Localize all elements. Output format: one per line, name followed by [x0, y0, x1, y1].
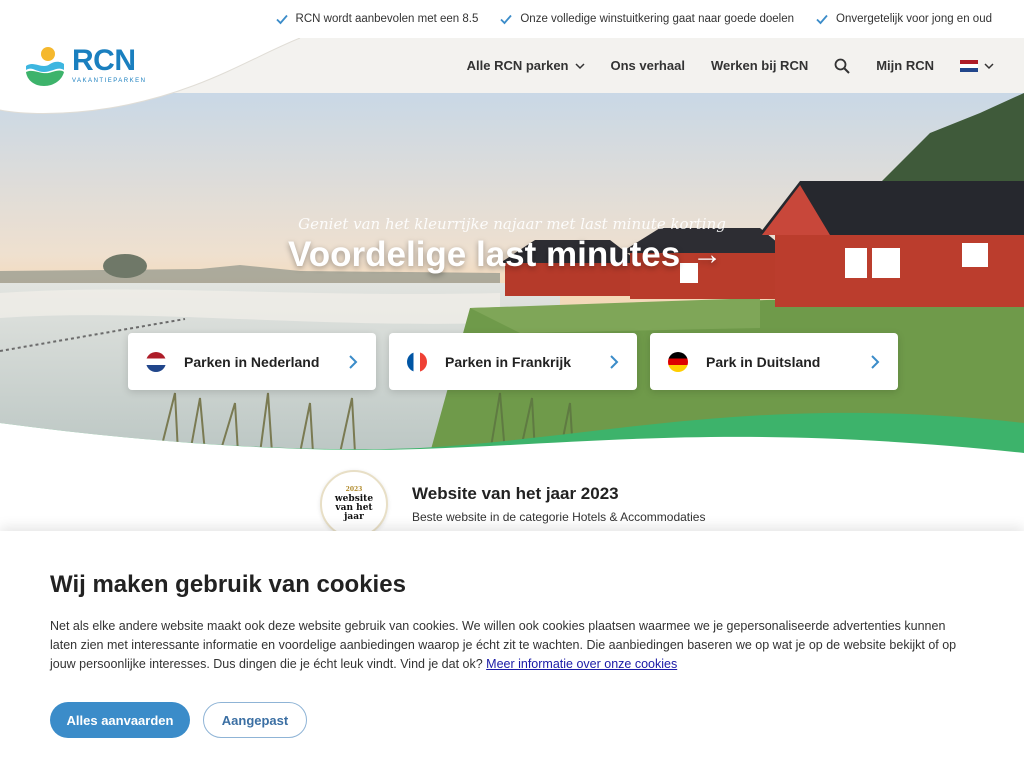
- menu-jobs[interactable]: Werken bij RCN: [711, 58, 808, 73]
- menu-account-label: Mijn RCN: [876, 58, 934, 73]
- menu-parks[interactable]: Alle RCN parken: [467, 58, 585, 73]
- chevron-right-icon: [349, 354, 358, 369]
- hero-title-link[interactable]: Voordelige last minutes →: [288, 235, 722, 275]
- check-icon: [816, 14, 828, 25]
- card-label: Park in Duitsland: [706, 353, 821, 370]
- card-label: Parken in Nederland: [184, 353, 320, 370]
- usp-text: Onvergetelijk voor jong en oud: [836, 13, 992, 25]
- arrow-right-icon: →: [692, 238, 723, 271]
- rcn-logo-icon: [26, 47, 64, 86]
- menu-account[interactable]: Mijn RCN: [876, 58, 934, 73]
- search-button[interactable]: [834, 58, 850, 74]
- award-title: Website van het jaar 2023: [412, 484, 619, 503]
- accept-all-button[interactable]: Alles aanvaarden: [50, 702, 190, 738]
- usp-bar: RCN wordt aanbevolen met een 8.5 Onze vo…: [0, 0, 1024, 38]
- usp-item: Onvergetelijk voor jong en oud: [816, 13, 992, 25]
- check-icon: [275, 14, 288, 25]
- card-label: Parken in Frankrijk: [445, 353, 572, 370]
- main-menu: Alle RCN parken Ons verhaal Werken bij R…: [467, 38, 994, 93]
- german-flag-icon: [668, 351, 688, 372]
- menu-story-label: Ons verhaal: [610, 58, 685, 73]
- cookie-text: Net als elke andere website maakt ook de…: [50, 617, 970, 674]
- country-cards: Parken in Nederland Parken in Frankrijk …: [128, 333, 898, 390]
- french-flag-icon: [407, 351, 427, 372]
- hero-banner: Geniet van het kleurrijke najaar met las…: [0, 93, 1024, 453]
- usp-item: RCN wordt aanbevolen met een 8.5: [275, 13, 479, 25]
- usp-text: RCN wordt aanbevolen met een 8.5: [295, 13, 479, 25]
- usp-text: Onze volledige winstuitkering gaat naar …: [520, 13, 794, 25]
- menu-jobs-label: Werken bij RCN: [710, 58, 809, 73]
- hero-subtitle: Geniet van het kleurrijke najaar met las…: [298, 215, 726, 233]
- award-block: 2023 website van het jaar Website van he…: [320, 470, 705, 538]
- dutch-flag-icon: [960, 59, 978, 72]
- search-icon: [834, 58, 850, 74]
- badge-year: 2023: [345, 485, 363, 493]
- usp-item: Onze volledige winstuitkering gaat naar …: [500, 13, 794, 25]
- chevron-right-icon: [610, 354, 619, 369]
- chevron-down-icon: [574, 62, 585, 69]
- logo-tagline: VAKANTIEPARKEN: [72, 78, 147, 84]
- customize-button[interactable]: Aangepast: [203, 702, 307, 738]
- card-netherlands[interactable]: Parken in Nederland: [128, 333, 376, 390]
- card-germany[interactable]: Park in Duitsland: [650, 333, 898, 390]
- card-france[interactable]: Parken in Frankrijk: [389, 333, 637, 390]
- cookie-title: Wij maken gebruik van cookies: [50, 571, 406, 598]
- chevron-down-icon: [984, 62, 994, 69]
- menu-parks-label: Alle RCN parken: [466, 58, 569, 73]
- cookie-buttons: Alles aanvaarden Aangepast: [50, 702, 974, 738]
- logo-name: RCN: [72, 44, 136, 77]
- award-badge: 2023 website van het jaar: [320, 470, 388, 538]
- badge-line: jaar: [344, 511, 364, 522]
- check-icon: [500, 14, 513, 25]
- hero-title: Voordelige last minutes: [288, 235, 681, 274]
- cookie-info-link[interactable]: Meer informatie over onze cookies: [486, 657, 677, 671]
- award-description: Beste website in de categorie Hotels & A…: [412, 510, 706, 524]
- dutch-flag-icon: [146, 351, 166, 372]
- language-selector[interactable]: [960, 59, 994, 72]
- chevron-right-icon: [871, 354, 880, 369]
- rcn-logo[interactable]: RCN VAKANTIEPARKEN: [24, 44, 146, 86]
- cookie-banner: Wij maken gebruik van cookies Net als el…: [0, 531, 1024, 768]
- menu-story[interactable]: Ons verhaal: [611, 58, 685, 73]
